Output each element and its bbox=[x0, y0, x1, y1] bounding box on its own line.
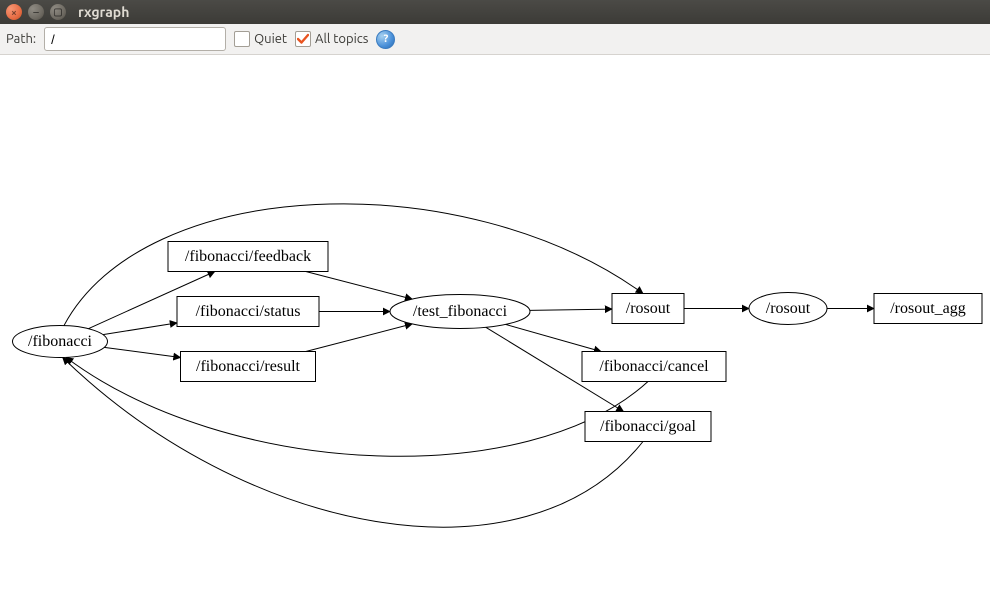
graph-canvas[interactable]: /fibonacci/fibonacci/feedback/fibonacci/… bbox=[0, 55, 990, 608]
titlebar[interactable]: × ‒ ▢ rxgraph bbox=[0, 0, 990, 24]
alltopics-checkbox-wrap[interactable]: All topics bbox=[295, 31, 368, 47]
path-label: Path: bbox=[6, 32, 36, 46]
graph-edge-feedback-to-test_fibonacci bbox=[306, 272, 412, 300]
graph-node-label-goal: /fibonacci/goal bbox=[600, 418, 697, 435]
graph-edge-fibonacci-to-status bbox=[103, 323, 177, 335]
graph-svg: /fibonacci/fibonacci/feedback/fibonacci/… bbox=[0, 55, 990, 608]
graph-node-label-test_fibonacci: /test_fibonacci bbox=[413, 303, 508, 320]
graph-node-label-result: /fibonacci/result bbox=[196, 358, 301, 375]
graph-node-label-rosout_node: /rosout bbox=[766, 300, 811, 317]
graph-node-label-status: /fibonacci/status bbox=[196, 303, 301, 320]
alltopics-label: All topics bbox=[315, 32, 368, 46]
graph-edge-test_fibonacci-to-rosout_topic bbox=[530, 309, 612, 310]
path-input[interactable] bbox=[45, 32, 226, 47]
quiet-checkbox-wrap[interactable]: Quiet bbox=[234, 31, 287, 47]
alltopics-checkbox[interactable] bbox=[295, 31, 311, 47]
graph-edge-cancel-to-fibonacci bbox=[66, 357, 648, 456]
minimize-icon[interactable]: ‒ bbox=[28, 4, 44, 20]
graph-edge-result-to-test_fibonacci bbox=[306, 324, 412, 352]
check-icon bbox=[297, 33, 309, 45]
window-title: rxgraph bbox=[78, 4, 129, 20]
graph-node-label-feedback: /fibonacci/feedback bbox=[185, 248, 311, 265]
graph-edge-goal-to-fibonacci bbox=[63, 357, 643, 527]
help-icon[interactable]: ? bbox=[376, 30, 395, 49]
quiet-checkbox[interactable] bbox=[234, 31, 250, 47]
quiet-label: Quiet bbox=[254, 32, 287, 46]
graph-node-label-rosout_agg: /rosout_agg bbox=[890, 300, 966, 317]
graph-edge-fibonacci-to-rosout_topic bbox=[64, 204, 643, 326]
maximize-icon[interactable]: ▢ bbox=[50, 4, 66, 20]
app-window: × ‒ ▢ rxgraph Path: Quiet All topics bbox=[0, 0, 990, 608]
path-combo[interactable] bbox=[44, 27, 226, 51]
graph-node-label-rosout_topic: /rosout bbox=[626, 300, 671, 317]
graph-node-label-fibonacci: /fibonacci bbox=[28, 333, 93, 350]
graph-edge-test_fibonacci-to-cancel bbox=[506, 324, 602, 351]
close-icon[interactable]: × bbox=[6, 4, 22, 20]
toolbar: Path: Quiet All topics ? bbox=[0, 24, 990, 55]
graph-edge-fibonacci-to-result bbox=[104, 347, 180, 357]
graph-node-label-cancel: /fibonacci/cancel bbox=[599, 358, 709, 375]
